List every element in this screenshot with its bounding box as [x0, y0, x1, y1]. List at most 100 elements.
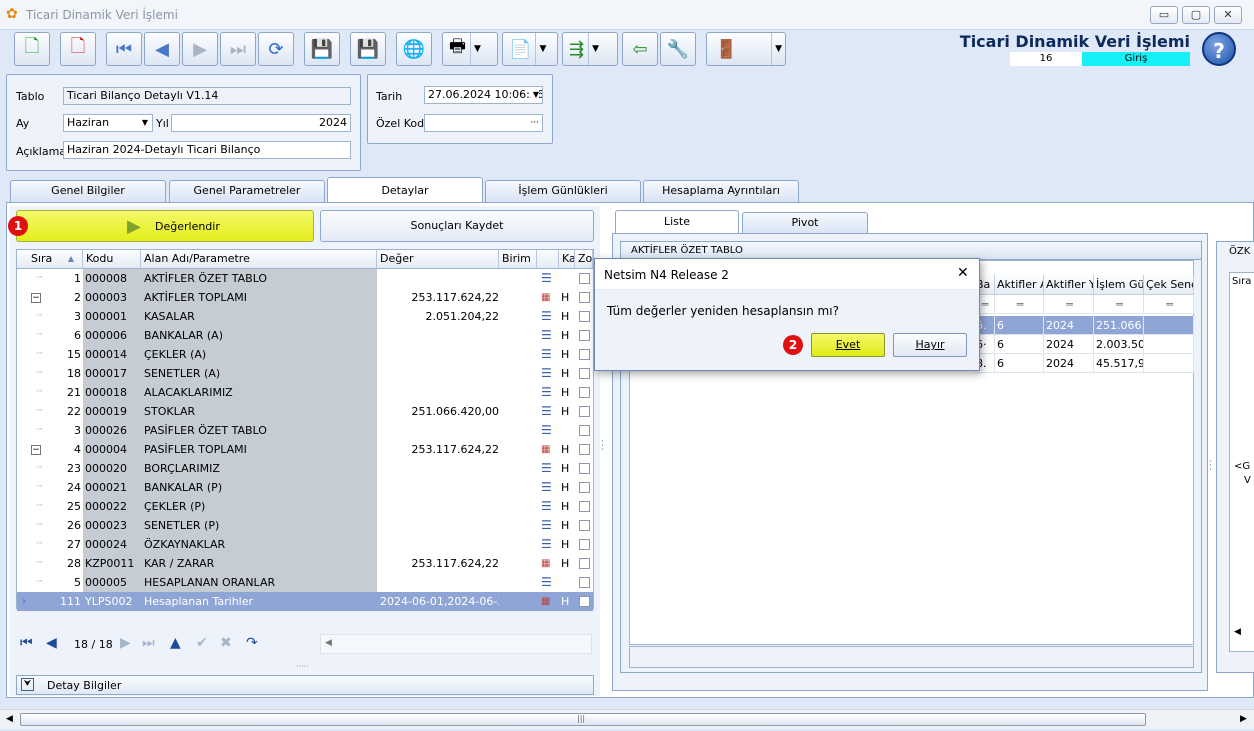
- list-icon[interactable]: ☰: [541, 345, 555, 364]
- list-icon[interactable]: ☰: [541, 402, 555, 421]
- prev-record-button[interactable]: ◀: [144, 32, 180, 66]
- table-row[interactable]: ┈ 25 000022 ÇEKLER (P) ☰ H: [17, 497, 593, 516]
- first-icon[interactable]: ⏮: [20, 635, 33, 651]
- table-row[interactable]: ┈ 21 000018 ALACAKLARIMIZ ☰ H: [17, 383, 593, 402]
- scroll-thumb[interactable]: |||: [20, 713, 1146, 726]
- minimize-button[interactable]: ▭: [1150, 6, 1178, 24]
- column-header-zor[interactable]: Zor: [575, 250, 593, 269]
- list-icon[interactable]: ☰: [541, 573, 555, 592]
- tab-liste[interactable]: Liste: [615, 210, 739, 234]
- table-row[interactable]: ┈ 27 000024 ÖZKAYNAKLAR ☰ H: [17, 535, 593, 554]
- tab-genel-parametreler[interactable]: Genel Parametreler: [169, 180, 325, 202]
- detay-bilgiler-panel[interactable]: ⮟ Detay Bilgiler: [16, 675, 594, 695]
- up-icon[interactable]: ▲: [170, 635, 181, 651]
- main-horizontal-scrollbar[interactable]: ◀ ||| ▶: [0, 709, 1254, 729]
- expand-icon[interactable]: ⮟: [21, 678, 34, 691]
- collapse-icon[interactable]: −: [31, 293, 41, 303]
- zorunlu-checkbox[interactable]: [579, 501, 590, 512]
- prev-icon[interactable]: ◀: [46, 635, 57, 651]
- calculator-icon[interactable]: ▦: [541, 440, 555, 459]
- table-cell[interactable]: 2024: [1044, 316, 1094, 335]
- tablo-field[interactable]: Ticari Bilanço Detaylı V1.14: [63, 87, 351, 105]
- zorunlu-checkbox[interactable]: [579, 387, 590, 398]
- pdf-dropdown[interactable]: 📄 ▼: [502, 32, 558, 66]
- calculator-icon[interactable]: ▦: [541, 288, 555, 307]
- vertical-splitter-2[interactable]: · · ·: [1209, 458, 1212, 475]
- last-record-button[interactable]: ⏭: [220, 32, 256, 66]
- list-icon[interactable]: ☰: [541, 478, 555, 497]
- aciklama-field[interactable]: Haziran 2024-Detaylı Ticari Bilanço: [63, 141, 351, 159]
- column-header[interactable]: Çek Sene: [1144, 275, 1194, 295]
- list-icon[interactable]: ☰: [541, 307, 555, 326]
- maximize-button[interactable]: ▢: [1182, 6, 1210, 24]
- help-button[interactable]: ?: [1202, 32, 1236, 66]
- refresh-button[interactable]: ⟳: [258, 32, 294, 66]
- zorunlu-checkbox[interactable]: [579, 330, 590, 341]
- zorunlu-checkbox[interactable]: [579, 520, 590, 531]
- list-icon[interactable]: ☰: [541, 326, 555, 345]
- list-icon[interactable]: ☰: [541, 497, 555, 516]
- table-cell[interactable]: 2.003.50·: [1094, 335, 1144, 354]
- column-header-kodu[interactable]: Kodu: [83, 250, 141, 269]
- save-button[interactable]: 💾: [304, 32, 340, 66]
- zorunlu-checkbox[interactable]: [579, 558, 590, 569]
- first-record-button[interactable]: ⏮: [106, 32, 142, 66]
- check-icon[interactable]: ✔: [196, 635, 208, 651]
- close-window-button[interactable]: ✕: [1214, 6, 1242, 24]
- tab-hesaplama-ayrintilari[interactable]: Hesaplama Ayrıntıları: [643, 180, 799, 202]
- table-row[interactable]: ┈ 15 000014 ÇEKLER (A) ☰ H: [17, 345, 593, 364]
- column-header-birim[interactable]: Birim: [499, 250, 537, 269]
- zorunlu-checkbox[interactable]: [579, 368, 590, 379]
- zorunlu-checkbox[interactable]: [579, 463, 590, 474]
- column-header-deger[interactable]: Değer: [377, 250, 499, 269]
- degerlendir-button[interactable]: ▶ Değerlendir: [16, 210, 314, 242]
- table-row[interactable]: ┈ 5 000005 HESAPLANAN ORANLAR ☰: [17, 573, 593, 592]
- tab-detaylar[interactable]: Detaylar: [327, 177, 483, 203]
- table-row[interactable]: ┈ 18 000017 SENETLER (A) ☰ H: [17, 364, 593, 383]
- list-icon[interactable]: ☰: [541, 459, 555, 478]
- zorunlu-checkbox[interactable]: [579, 349, 590, 360]
- print-dropdown[interactable]: 🖶 ▼: [442, 32, 498, 66]
- table-row[interactable]: ┈ 23 000020 BORÇLARIMIZ ☰ H: [17, 459, 593, 478]
- last-icon[interactable]: ⏭: [142, 635, 155, 651]
- next-record-button[interactable]: ▶: [182, 32, 218, 66]
- table-cell[interactable]: 6: [995, 335, 1044, 354]
- filter-cell[interactable]: ═: [1144, 295, 1194, 314]
- new-record-button[interactable]: 🗋: [14, 32, 50, 66]
- table-row[interactable]: − 4 000004 PASİFLER TOPLAMI 253.117.624,22 ▦ H: [17, 440, 593, 459]
- scroll-right-icon[interactable]: ▶: [1240, 714, 1247, 724]
- splitter-grip[interactable]: ·····: [296, 662, 309, 671]
- table-row[interactable]: ┈ 1 000008 AKTİFLER ÖZET TABLO ☰: [17, 269, 593, 288]
- sonuclari-kaydet-button[interactable]: Sonuçları Kaydet: [320, 210, 594, 242]
- tarih-field[interactable]: 27.06.2024 10:06:56 ▼: [424, 86, 543, 104]
- table-row[interactable]: − 2 000003 AKTİFLER TOPLAMI 253.117.624,22 ▦ H: [17, 288, 593, 307]
- tab-islem-gunlukleri[interactable]: İşlem Günlükleri: [485, 180, 641, 202]
- filter-cell[interactable]: ═: [995, 295, 1044, 314]
- tab-pivot[interactable]: Pivot: [742, 212, 868, 234]
- delete-record-button[interactable]: 🗋: [60, 32, 96, 66]
- zorunlu-checkbox[interactable]: [579, 406, 590, 417]
- vertical-splitter[interactable]: · · ·: [601, 438, 604, 455]
- web-button[interactable]: 🌐: [396, 32, 432, 66]
- column-header-sira[interactable]: Sıra ▲: [17, 250, 83, 269]
- zorunlu-checkbox[interactable]: [579, 292, 590, 303]
- table-row[interactable]: ┈ 3 000026 PASİFLER ÖZET TABLO ☰: [17, 421, 593, 440]
- table-row[interactable]: ┈ 3 000001 KASALAR 2.051.204,22 ☰ H: [17, 307, 593, 326]
- redo-icon[interactable]: ↷: [246, 635, 258, 651]
- cancel-save-button[interactable]: 💾: [350, 32, 386, 66]
- list-icon[interactable]: ☰: [541, 516, 555, 535]
- zorunlu-checkbox[interactable]: [579, 577, 590, 588]
- table-cell[interactable]: 251.066.: [1094, 316, 1144, 335]
- filter-cell[interactable]: ═: [1044, 295, 1094, 314]
- list-icon[interactable]: ☰: [541, 364, 555, 383]
- tab-genel-bilgiler[interactable]: Genel Bilgiler: [10, 180, 166, 202]
- list-icon[interactable]: ☰: [541, 383, 555, 402]
- zorunlu-checkbox[interactable]: [579, 425, 590, 436]
- table-cell[interactable]: 2024: [1044, 354, 1094, 373]
- table-cell[interactable]: 6: [995, 354, 1044, 373]
- list-icon[interactable]: ☰: [541, 269, 555, 288]
- table-row[interactable]: › ┈ 111 YLPS002 Hesaplanan Tarihler 2024-06-0…: [17, 592, 593, 611]
- column-header[interactable]: Aktifler A: [995, 275, 1044, 295]
- table-cell[interactable]: 45.517,9: [1094, 354, 1144, 373]
- filter-cell[interactable]: ═: [1094, 295, 1144, 314]
